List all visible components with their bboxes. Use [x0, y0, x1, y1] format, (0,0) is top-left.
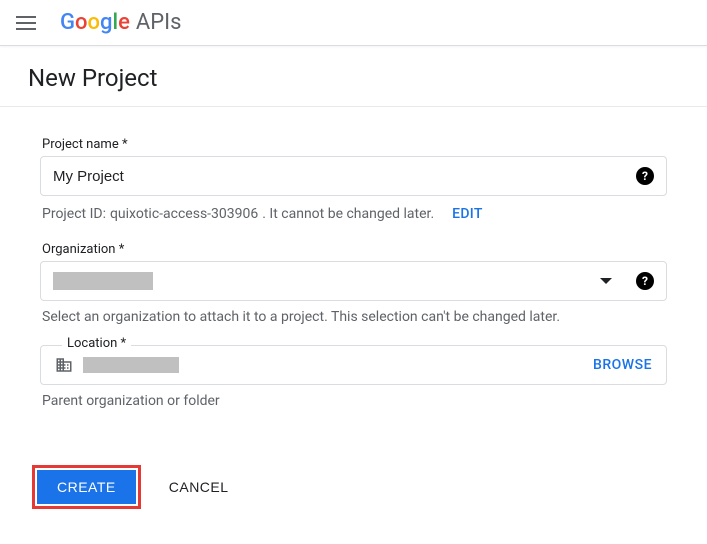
project-name-input[interactable]: [53, 168, 628, 185]
new-project-form: Project name * ? Project ID: quixotic-ac…: [0, 107, 707, 449]
browse-location-button[interactable]: BROWSE: [593, 357, 652, 373]
project-name-label: Project name *: [40, 137, 667, 152]
help-icon[interactable]: ?: [636, 167, 654, 185]
location-value-redacted: [83, 357, 179, 373]
location-field-group: Location * BROWSE Parent organization or…: [40, 345, 667, 409]
hamburger-menu-icon[interactable]: [16, 11, 40, 35]
page-title: New Project: [0, 46, 707, 107]
project-id-value: quixotic-access-303906: [110, 206, 258, 222]
building-icon: [55, 356, 73, 374]
create-button[interactable]: CREATE: [37, 470, 136, 504]
help-icon[interactable]: ?: [636, 272, 654, 290]
organization-select[interactable]: ?: [40, 261, 667, 301]
cancel-button[interactable]: CANCEL: [161, 470, 237, 504]
logo-suffix: APIs: [136, 10, 182, 35]
create-button-highlight: CREATE: [32, 465, 141, 509]
location-helper: Parent organization or folder: [40, 393, 667, 409]
location-box: BROWSE: [40, 345, 667, 385]
project-id-suffix: . It cannot be changed later.: [262, 206, 434, 222]
project-name-field-group: Project name * ? Project ID: quixotic-ac…: [40, 137, 667, 222]
organization-label: Organization *: [40, 242, 667, 257]
top-bar: Google APIs: [0, 0, 707, 46]
location-label: Location *: [62, 336, 131, 351]
chevron-down-icon[interactable]: [600, 278, 612, 284]
project-id-prefix: Project ID:: [42, 206, 106, 222]
project-id-hint: Project ID: quixotic-access-303906 . It …: [40, 206, 667, 222]
organization-value-redacted: [53, 272, 153, 290]
form-actions: CREATE CANCEL: [0, 449, 707, 529]
project-name-input-box: ?: [40, 156, 667, 196]
google-apis-logo[interactable]: Google APIs: [60, 10, 181, 35]
organization-helper: Select an organization to attach it to a…: [40, 309, 667, 325]
edit-project-id-link[interactable]: EDIT: [452, 206, 483, 222]
organization-field-group: Organization * ? Select an organization …: [40, 242, 667, 325]
